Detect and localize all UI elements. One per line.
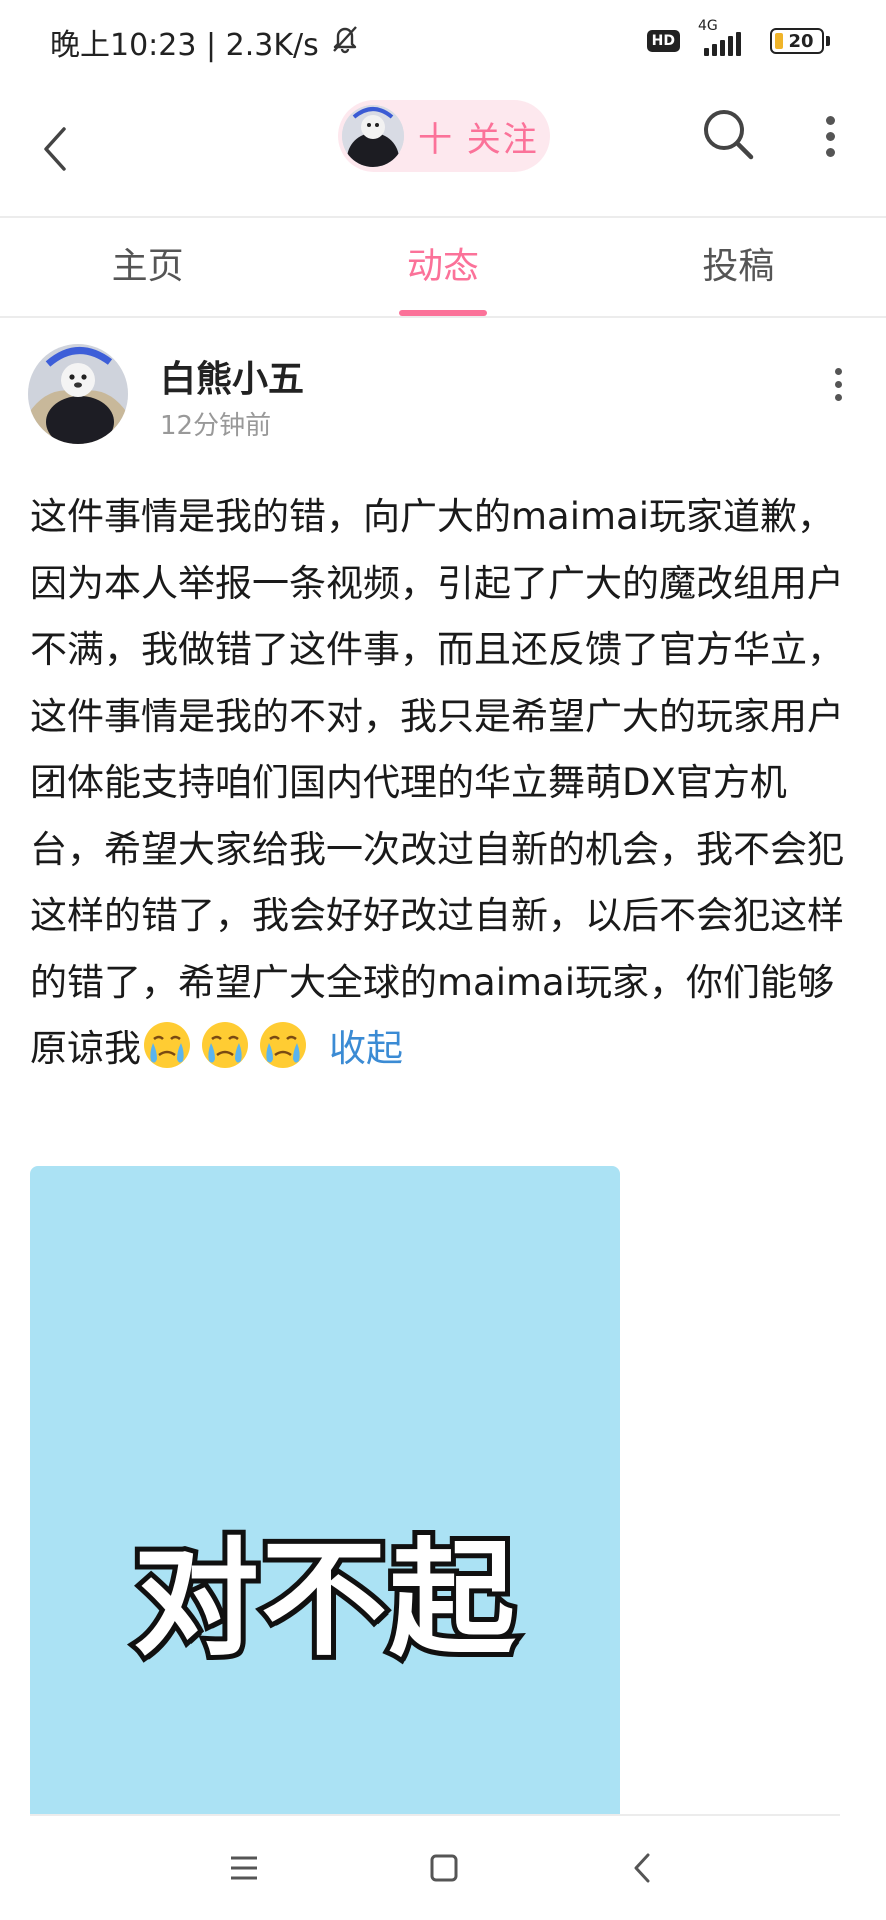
status-left: 晚上10:23 | 2.3K/s (50, 20, 361, 64)
post-timestamp: 12分钟前 (160, 411, 272, 441)
more-vertical-icon[interactable] (810, 108, 850, 164)
system-nav-bar (0, 1816, 886, 1920)
post-more-icon[interactable] (818, 360, 858, 408)
search-button[interactable] (698, 104, 758, 164)
back-chevron-icon[interactable] (620, 1846, 664, 1890)
crying-face-emoji (141, 1019, 193, 1071)
status-right: HD 4G 20 (646, 18, 830, 58)
screen: 晚上10:23 | 2.3K/s HD 4G 20 十 关注 主页 动态 投稿 … (0, 0, 886, 1920)
collapse-link[interactable]: 收起 (329, 1027, 403, 1070)
follow-button[interactable]: 十 关注 (338, 100, 550, 172)
emoji-group (141, 1022, 315, 1070)
author-name[interactable]: 白熊小五 (160, 350, 304, 402)
follow-label: 十 关注 (418, 119, 539, 160)
back-button[interactable] (30, 114, 80, 184)
back-arrow-icon (44, 127, 66, 171)
battery-icon: 20 (770, 28, 824, 54)
image-caption-text: 对不起 (128, 1521, 520, 1678)
hd-icon: HD (646, 30, 680, 52)
crying-face-emoji (257, 1019, 309, 1071)
menu-icon[interactable] (222, 1846, 266, 1890)
search-icon (704, 110, 754, 160)
tab-submissions[interactable]: 投稿 (591, 218, 886, 316)
battery-level-text: 20 (788, 30, 814, 52)
post-image[interactable]: 对不起 (30, 1166, 620, 1814)
author-avatar[interactable] (28, 344, 128, 444)
top-nav: 十 关注 (0, 86, 886, 216)
tab-dynamics[interactable]: 动态 (295, 218, 590, 316)
tab-label: 投稿 (702, 246, 775, 287)
mute-bell-icon (329, 22, 361, 62)
tab-label: 动态 (406, 246, 479, 287)
home-square-icon[interactable] (422, 1846, 466, 1890)
avatar (342, 105, 404, 167)
crying-face-emoji (199, 1019, 251, 1071)
tab-home[interactable]: 主页 (0, 218, 295, 316)
tabs-divider (0, 316, 886, 318)
status-time-text: 晚上10:23 | 2.3K/s (50, 28, 319, 63)
post-text: 这件事情是我的错，向广大的maimai玩家道歉，因为本人举报一条视频，引起了广大… (30, 495, 844, 1070)
signal-icon: 4G (694, 18, 756, 58)
status-bar: 晚上10:23 | 2.3K/s HD 4G 20 (0, 0, 886, 86)
tab-bar: 主页 动态 投稿 (0, 218, 886, 316)
post-body: 这件事情是我的错，向广大的maimai玩家道歉，因为本人举报一条视频，引起了广大… (30, 484, 860, 1083)
tab-label: 主页 (111, 246, 184, 287)
